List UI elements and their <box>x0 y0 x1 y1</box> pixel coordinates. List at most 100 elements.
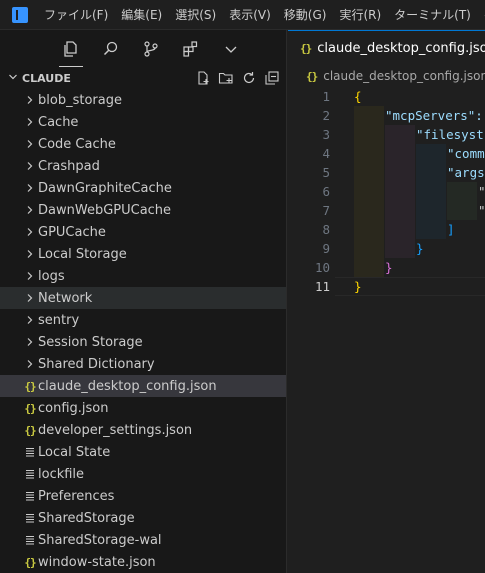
new-folder-icon[interactable] <box>218 70 234 89</box>
indent-guide <box>447 182 477 201</box>
indent-guide <box>385 182 415 201</box>
json-file-icon: {} <box>306 69 318 83</box>
breadcrumb[interactable]: {} claude_desktop_config.json <box>288 65 485 87</box>
collapse-all-icon[interactable] <box>264 70 280 89</box>
indent-guide <box>354 220 384 239</box>
tree-item-label: Network <box>38 290 93 306</box>
indent-guide <box>416 220 446 239</box>
tree-folder[interactable]: Session Storage <box>0 331 286 353</box>
tree-item-label: DawnGraphiteCache <box>38 180 172 196</box>
tree-item-label: Session Storage <box>38 334 143 350</box>
tab-claude-desktop-config[interactable]: {} claude_desktop_config.json <box>288 30 485 65</box>
tree-folder[interactable]: Shared Dictionary <box>0 353 286 375</box>
new-file-icon[interactable] <box>195 70 211 89</box>
json-file-icon: {} <box>22 378 38 394</box>
tree-item-label: window-state.json <box>38 554 156 570</box>
menu-view[interactable]: 表示(V) <box>229 6 271 23</box>
refresh-icon[interactable] <box>241 70 257 89</box>
code-text: } <box>385 260 393 275</box>
tree-folder[interactable]: Network <box>0 287 286 309</box>
code-text: " <box>478 203 485 218</box>
code-text: "comm <box>447 146 485 161</box>
tree-item-label: config.json <box>38 400 109 416</box>
json-file-glyph: {} <box>24 379 36 393</box>
json-file-icon: {} <box>22 422 38 438</box>
tree-item-label: sentry <box>38 312 80 328</box>
files-icon[interactable] <box>59 38 83 67</box>
indent-guide <box>416 201 446 220</box>
line-number: 1 <box>322 89 330 104</box>
line-number: 6 <box>322 184 330 199</box>
tree-item-label: SharedStorage-wal <box>38 532 162 548</box>
line-number: 10 <box>314 260 330 275</box>
indent-guide <box>354 163 384 182</box>
chevron-right-icon <box>22 356 38 372</box>
code-line: 6 " <box>288 182 485 201</box>
tree-folder[interactable]: logs <box>0 265 286 287</box>
editor-area: {} claude_desktop_config.json {} claude_… <box>288 30 485 573</box>
text-file-icon <box>22 532 38 548</box>
code-line: 5 "args <box>288 163 485 182</box>
tree-folder[interactable]: DawnWebGPUCache <box>0 199 286 221</box>
tree-file[interactable]: lockfile <box>0 463 286 485</box>
tree-folder[interactable]: blob_storage <box>0 89 286 111</box>
menu-edit[interactable]: 編集(E) <box>121 6 162 23</box>
tree-item-label: Crashpad <box>38 158 100 174</box>
code-line: 7 " <box>288 201 485 220</box>
tree-file[interactable]: {} claude_desktop_config.json <box>0 375 286 397</box>
tree-item-label: Preferences <box>38 488 115 504</box>
extensions-icon[interactable] <box>180 38 202 60</box>
code-line: 11} <box>288 277 485 296</box>
indent-guide <box>447 201 477 220</box>
tree-folder[interactable]: sentry <box>0 309 286 331</box>
code-line: 2 "mcpServers": <box>288 106 485 125</box>
tree-folder[interactable]: GPUCache <box>0 221 286 243</box>
indent-guide <box>354 201 384 220</box>
json-file-glyph: {} <box>24 423 36 437</box>
json-file-glyph: {} <box>24 401 36 415</box>
file-tree: blob_storage Cache Code Cache Crashpad DawnG… <box>0 89 286 573</box>
explorer-section-header[interactable]: CLAUDE <box>0 67 286 89</box>
tree-folder[interactable]: DawnGraphiteCache <box>0 177 286 199</box>
menu-go[interactable]: 移動(G) <box>284 6 327 23</box>
tree-folder[interactable]: Code Cache <box>0 133 286 155</box>
indent-guide <box>354 182 384 201</box>
chevron-right-icon <box>22 246 38 262</box>
indent-guide <box>354 106 384 125</box>
indent-guide <box>385 163 415 182</box>
json-file-icon: {} <box>300 41 312 55</box>
search-icon[interactable] <box>100 38 122 60</box>
tree-file[interactable]: SharedStorage <box>0 507 286 529</box>
tree-file[interactable]: Local State <box>0 441 286 463</box>
code-text: { <box>354 89 362 104</box>
tree-file[interactable]: {} config.json <box>0 397 286 419</box>
source-control-icon[interactable] <box>140 38 162 60</box>
chevron-right-icon <box>22 290 38 306</box>
indent-guide <box>385 201 415 220</box>
json-file-glyph: {} <box>24 555 36 569</box>
tree-file[interactable]: {} developer_settings.json <box>0 419 286 441</box>
line-number: 11 <box>314 279 330 294</box>
indent-guide <box>385 125 415 144</box>
tree-folder[interactable]: Cache <box>0 111 286 133</box>
tree-folder[interactable]: Crashpad <box>0 155 286 177</box>
menu-selection[interactable]: 選択(S) <box>175 6 216 23</box>
tree-file[interactable]: Preferences <box>0 485 286 507</box>
line-number: 4 <box>322 146 330 161</box>
menu-terminal[interactable]: ターミナル(T) <box>394 6 471 23</box>
tree-folder[interactable]: Local Storage <box>0 243 286 265</box>
code-text: "args <box>447 165 485 180</box>
tree-item-label: Shared Dictionary <box>38 356 155 372</box>
menu-run[interactable]: 実行(R) <box>339 6 381 23</box>
tree-file[interactable]: {} window-state.json <box>0 551 286 573</box>
tree-file[interactable]: SharedStorage-wal <box>0 529 286 551</box>
menu-file[interactable]: ファイル(F) <box>44 6 108 23</box>
tree-item-label: claude_desktop_config.json <box>38 378 217 394</box>
breadcrumb-file[interactable]: claude_desktop_config.json <box>323 69 485 83</box>
code-line: 1{ <box>288 87 485 106</box>
vscode-logo-icon <box>12 6 28 23</box>
tree-item-label: logs <box>38 268 65 284</box>
chevron-down-icon[interactable] <box>220 38 242 60</box>
code-line: 3 "filesyst <box>288 125 485 144</box>
code-editor[interactable]: 1{2 "mcpServers": 3 "filesyst 4 "comm 5 "args 6 "… <box>288 87 485 296</box>
